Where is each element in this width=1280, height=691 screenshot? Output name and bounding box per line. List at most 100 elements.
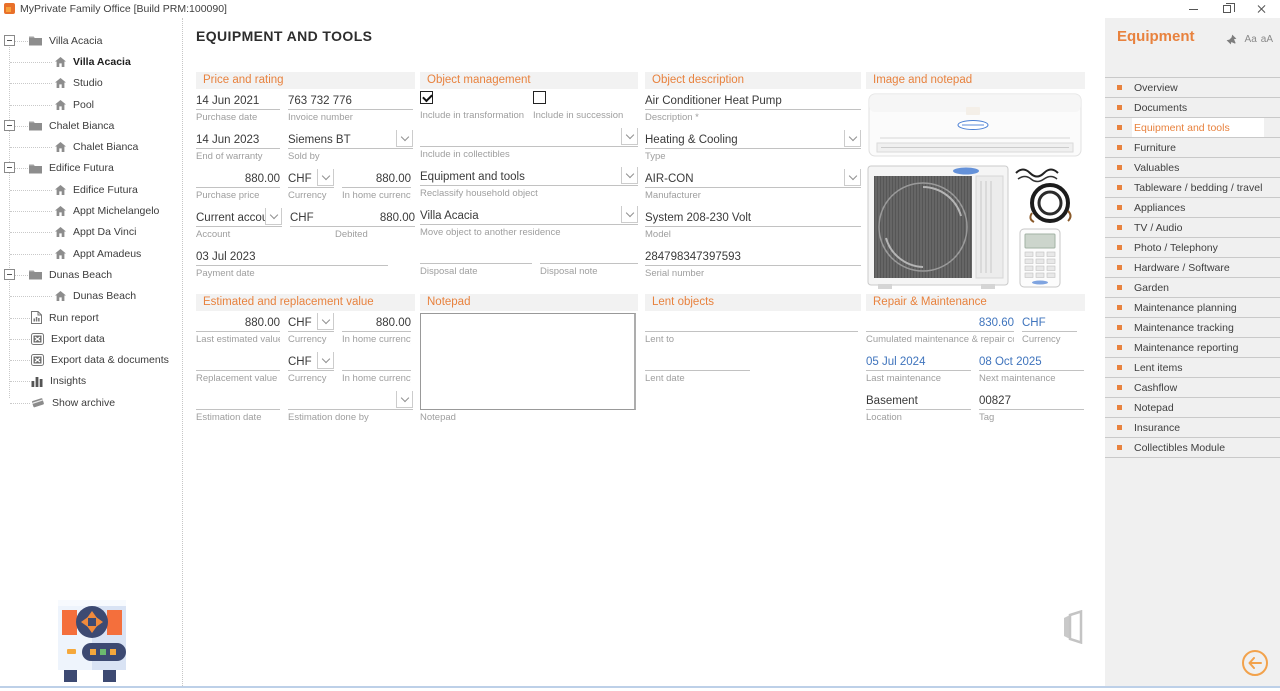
- chevron-down-icon[interactable]: [621, 167, 638, 184]
- font-larger-button[interactable]: aA: [1261, 34, 1273, 45]
- chevron-down-icon[interactable]: [317, 352, 334, 369]
- chevron-down-icon[interactable]: [844, 130, 861, 147]
- account-dropdown[interactable]: Current account [C Account: [196, 208, 282, 240]
- include-in-succession-checkbox[interactable]: [533, 91, 546, 104]
- chevron-down-icon[interactable]: [396, 391, 413, 408]
- collapse-icon[interactable]: [4, 35, 15, 46]
- menu-item-maintenance-planning[interactable]: Maintenance planning: [1105, 298, 1280, 318]
- minimize-button[interactable]: [1176, 0, 1210, 18]
- disposal-date-field[interactable]: Disposal date: [420, 245, 532, 277]
- menu-item-tableware[interactable]: Tableware / bedding / travel: [1105, 178, 1280, 198]
- purchase-date-field[interactable]: 14 Jun 2021 Purchase date: [196, 91, 280, 123]
- include-in-succession-field[interactable]: Include in succession: [533, 91, 638, 121]
- tree-item-chalet-bianca[interactable]: Chalet Bianca: [0, 136, 182, 157]
- debited-field[interactable]: CHF880.00 Debited: [290, 208, 415, 240]
- menu-item-equipment-and-tools[interactable]: Equipment and tools: [1105, 118, 1280, 138]
- estimated-currency-dropdown[interactable]: CHF Currency: [288, 313, 334, 345]
- include-in-transformation-field[interactable]: Include in transformation: [420, 91, 525, 121]
- menu-item-photo-telephony[interactable]: Photo / Telephony: [1105, 238, 1280, 258]
- chevron-down-icon[interactable]: [621, 128, 638, 145]
- tag-field[interactable]: 00827 Tag: [979, 391, 1084, 423]
- close-button[interactable]: [1244, 0, 1278, 18]
- notepad-textarea[interactable]: [420, 313, 636, 410]
- menu-item-collectibles-module[interactable]: Collectibles Module: [1105, 438, 1280, 458]
- insights-action[interactable]: Insights: [0, 371, 182, 392]
- tree-item-villa-acacia[interactable]: Villa Acacia: [0, 51, 182, 72]
- last-estimated-value-field[interactable]: 880.00 Last estimated value: [196, 313, 280, 345]
- menu-item-appliances[interactable]: Appliances: [1105, 198, 1280, 218]
- description-field[interactable]: Air Conditioner Heat Pump Description *: [645, 91, 861, 123]
- last-maintenance-field[interactable]: 05 Jul 2024 Last maintenance: [866, 352, 971, 384]
- tree-item-appt-da-vinci[interactable]: Appt Da Vinci: [0, 222, 182, 243]
- menu-item-overview[interactable]: Overview: [1105, 78, 1280, 98]
- tree-item-appt-michelangelo[interactable]: Appt Michelangelo: [0, 200, 182, 221]
- pin-button[interactable]: [1224, 32, 1238, 46]
- next-maintenance-field[interactable]: 08 Oct 2025 Next maintenance: [979, 352, 1084, 384]
- restore-button[interactable]: [1210, 0, 1244, 18]
- estimation-date-field[interactable]: Estimation date: [196, 391, 280, 423]
- menu-item-valuables[interactable]: Valuables: [1105, 158, 1280, 178]
- chevron-down-icon[interactable]: [317, 169, 334, 186]
- chevron-down-icon[interactable]: [265, 208, 282, 225]
- tree-group-villa-acacia[interactable]: Villa Acacia: [0, 30, 182, 51]
- export-data-documents-action[interactable]: Export data & documents: [0, 349, 182, 370]
- menu-item-notepad[interactable]: Notepad: [1105, 398, 1280, 418]
- lent-date-field[interactable]: Lent date: [645, 352, 750, 384]
- menu-item-cashflow[interactable]: Cashflow: [1105, 378, 1280, 398]
- replacement-currency-dropdown[interactable]: CHF Currency: [288, 352, 334, 384]
- purchase-price-field[interactable]: 880.00 Purchase price: [196, 169, 280, 201]
- object-image[interactable]: [866, 91, 1085, 295]
- collapse-icon[interactable]: [4, 120, 15, 131]
- back-button[interactable]: [1242, 650, 1268, 676]
- menu-item-maintenance-reporting[interactable]: Maintenance reporting: [1105, 338, 1280, 358]
- chevron-down-icon[interactable]: [844, 169, 861, 186]
- cumulated-cost-field[interactable]: 830.60 Cumulated maintenance & repair co…: [866, 313, 1014, 345]
- chevron-down-icon[interactable]: [396, 130, 413, 147]
- tree-item-appt-amadeus[interactable]: Appt Amadeus: [0, 243, 182, 264]
- run-report-action[interactable]: Run report: [0, 307, 182, 328]
- menu-item-hardware-software[interactable]: Hardware / Software: [1105, 258, 1280, 278]
- show-archive-action[interactable]: Show archive: [0, 392, 182, 413]
- tree-group-dunas-beach[interactable]: Dunas Beach: [0, 264, 182, 285]
- include-in-transformation-checkbox[interactable]: [420, 91, 433, 104]
- menu-item-tv-audio[interactable]: TV / Audio: [1105, 218, 1280, 238]
- estimation-done-by-dropdown[interactable]: Estimation done by: [288, 391, 413, 423]
- move-residence-dropdown[interactable]: Villa Acacia Move object to another resi…: [420, 206, 638, 238]
- lent-to-field[interactable]: Lent to: [645, 313, 858, 345]
- tree-item-dunas-beach[interactable]: Dunas Beach: [0, 286, 182, 307]
- manufacturer-dropdown[interactable]: AIR-CON Manufacturer: [645, 169, 861, 201]
- type-dropdown[interactable]: Heating & Cooling Type: [645, 130, 861, 162]
- invoice-number-field[interactable]: 763 732 776 Invoice number: [288, 91, 413, 123]
- disposal-note-field[interactable]: Disposal note: [540, 245, 638, 277]
- menu-item-documents[interactable]: Documents: [1105, 98, 1280, 118]
- menu-item-garden[interactable]: Garden: [1105, 278, 1280, 298]
- include-in-collectibles-dropdown[interactable]: Include in collectibles: [420, 128, 638, 160]
- chevron-down-icon[interactable]: [621, 206, 638, 223]
- repair-currency-field[interactable]: CHF Currency: [1022, 313, 1077, 345]
- reclassify-dropdown[interactable]: Equipment and tools Reclassify household…: [420, 167, 638, 199]
- tree-item-pool[interactable]: Pool: [0, 94, 182, 115]
- estimated-home-currency-field[interactable]: 880.00 In home currency: [342, 313, 411, 345]
- replacement-home-currency-field[interactable]: In home currency: [342, 352, 411, 384]
- menu-item-lent-items[interactable]: Lent items: [1105, 358, 1280, 378]
- collapse-icon[interactable]: [4, 162, 15, 173]
- currency-dropdown[interactable]: CHF Currency: [288, 169, 334, 201]
- menu-item-maintenance-tracking[interactable]: Maintenance tracking: [1105, 318, 1280, 338]
- menu-item-insurance[interactable]: Insurance: [1105, 418, 1280, 438]
- sold-by-dropdown[interactable]: Siemens BT Sold by: [288, 130, 413, 162]
- model-field[interactable]: System 208-230 Volt Model: [645, 208, 861, 240]
- export-data-action[interactable]: Export data: [0, 328, 182, 349]
- replacement-value-field[interactable]: Replacement value: [196, 352, 280, 384]
- tree-item-edifice-futura[interactable]: Edifice Futura: [0, 179, 182, 200]
- end-of-warranty-field[interactable]: 14 Jun 2023 End of warranty: [196, 130, 280, 162]
- tree-group-edifice-futura[interactable]: Edifice Futura: [0, 158, 182, 179]
- location-field[interactable]: Basement Location: [866, 391, 971, 423]
- tree-item-studio[interactable]: Studio: [0, 73, 182, 94]
- chevron-down-icon[interactable]: [317, 313, 334, 330]
- menu-item-furniture[interactable]: Furniture: [1105, 138, 1280, 158]
- collapse-icon[interactable]: [4, 269, 15, 280]
- tree-group-chalet-bianca[interactable]: Chalet Bianca: [0, 115, 182, 136]
- font-smaller-button[interactable]: Aa: [1245, 34, 1257, 45]
- payment-date-field[interactable]: 03 Jul 2023 Payment date: [196, 247, 388, 279]
- home-currency-field[interactable]: 880.00 In home currency: [342, 169, 411, 201]
